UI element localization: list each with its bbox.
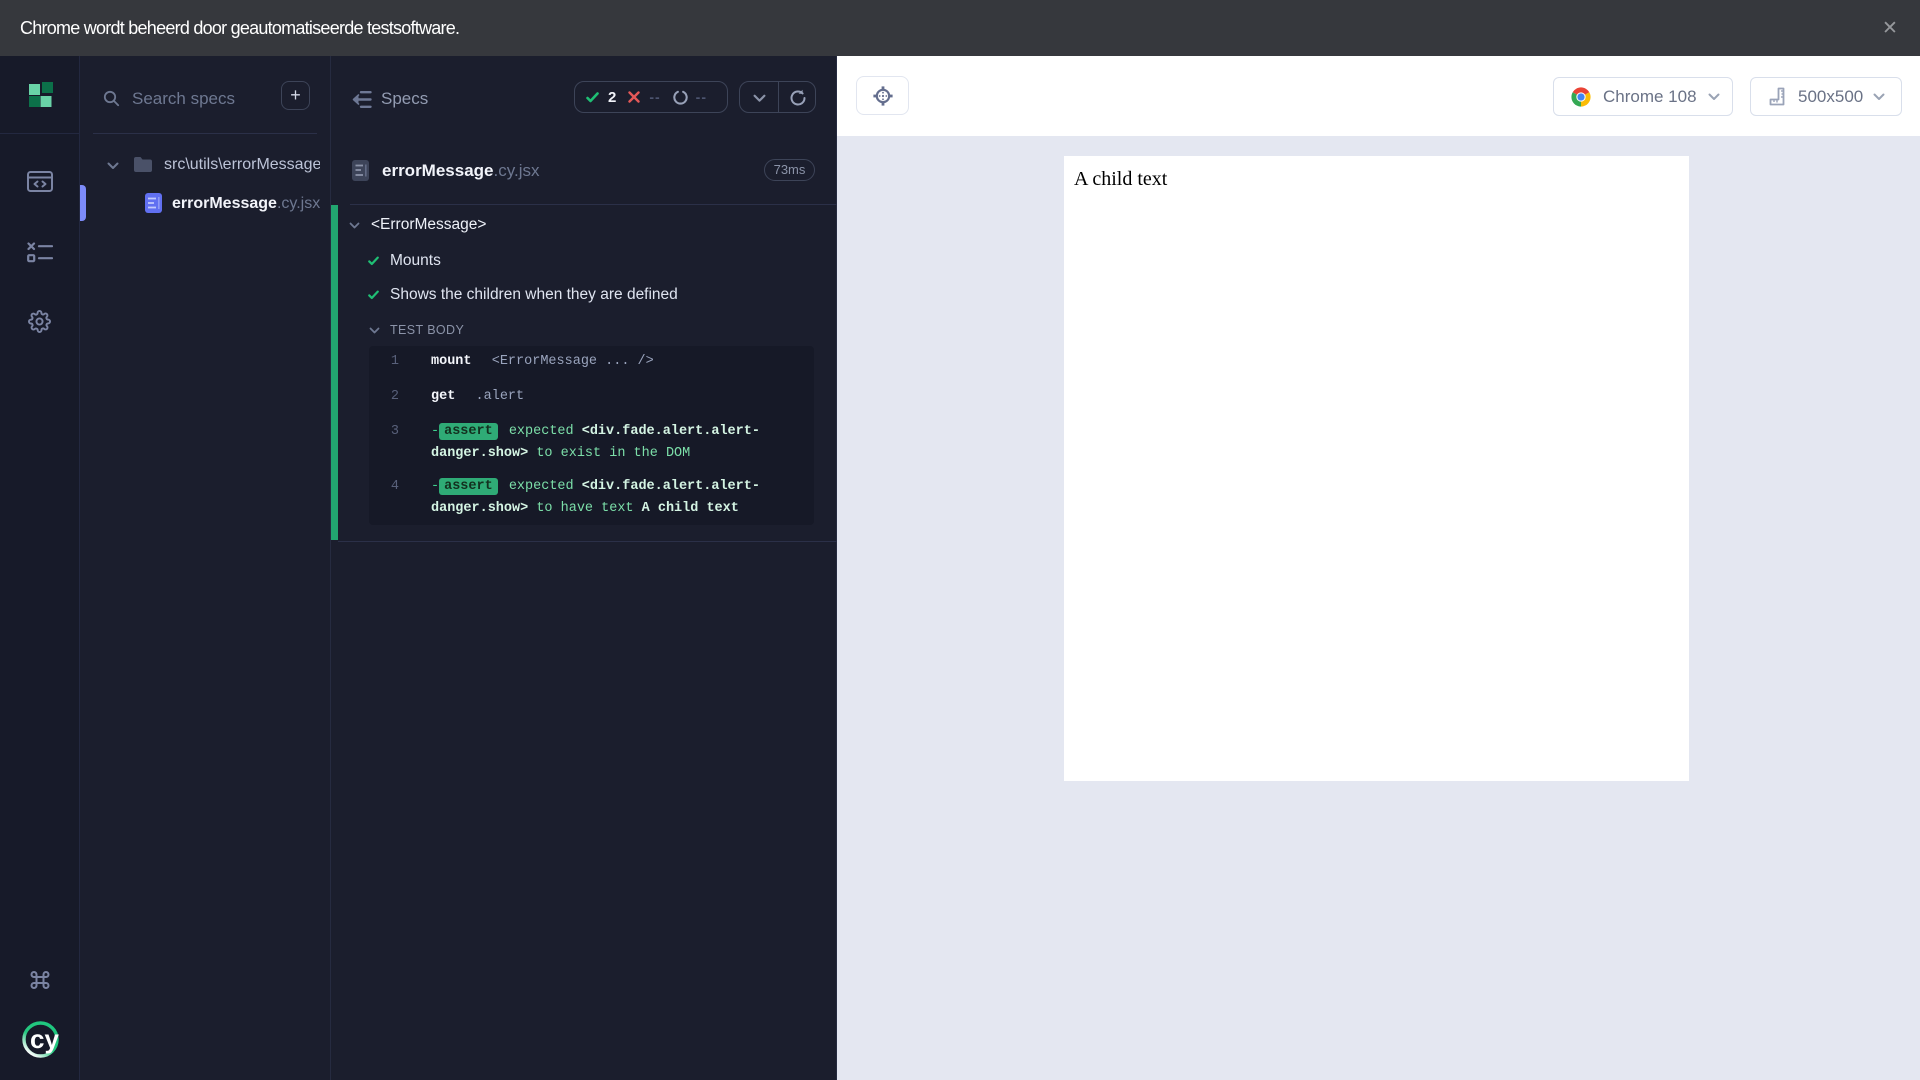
svg-text:cy: cy <box>30 1024 59 1054</box>
